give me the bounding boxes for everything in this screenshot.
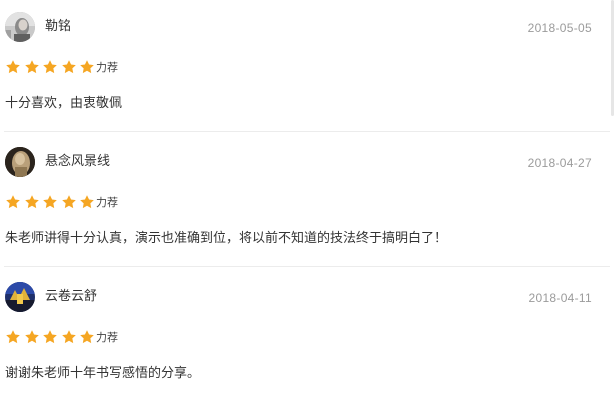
star-icon — [80, 60, 94, 74]
star-icon — [43, 60, 57, 74]
rating-stars — [5, 329, 98, 345]
username[interactable]: 勒铭 — [45, 17, 71, 37]
star-icon — [6, 195, 20, 209]
avatar[interactable] — [5, 282, 35, 312]
avatar[interactable] — [5, 12, 35, 42]
star-icon — [24, 195, 39, 209]
star-icon — [61, 60, 76, 74]
divider — [4, 266, 610, 267]
review-date: 2018-04-11 — [528, 291, 592, 305]
rating-stars — [5, 59, 98, 75]
username[interactable]: 云卷云舒 — [45, 287, 97, 307]
star-icon — [43, 195, 57, 209]
divider — [4, 131, 610, 132]
review-content: 朱老师讲得十分认真，演示也准确到位，将以前不知道的技法终于搞明白了！ — [5, 231, 448, 246]
star-icon — [24, 60, 39, 74]
star-icon — [24, 330, 39, 344]
review-content: 谢谢朱老师十年书写感悟的分享。 — [5, 366, 201, 381]
star-icon — [43, 330, 57, 344]
rating-label: 力荐 — [96, 196, 118, 209]
rating-stars — [5, 194, 98, 210]
star-icon — [61, 195, 76, 209]
star-icon — [6, 60, 20, 74]
review-content: 十分喜欢，由衷敬佩 — [5, 96, 123, 111]
star-icon — [80, 195, 94, 209]
star-icon — [80, 330, 94, 344]
star-icon — [61, 330, 76, 344]
review-date: 2018-05-05 — [527, 21, 592, 35]
review-date: 2018-04-27 — [527, 156, 592, 170]
avatar[interactable] — [5, 147, 35, 177]
review-item: 云卷云舒 2018-04-11 力荐 谢谢朱老师十年书写感悟的分享。 — [0, 270, 612, 400]
rating-label: 力荐 — [96, 61, 118, 74]
review-item: 悬念风景线 2018-04-27 力荐 朱老师讲得十分认真，演示也准确到位，将以… — [0, 135, 612, 270]
rating-label: 力荐 — [96, 331, 118, 344]
review-item: 勒铭 2018-05-05 力荐 十分喜欢，由衷敬佩 — [0, 0, 612, 135]
star-icon — [6, 330, 20, 344]
username[interactable]: 悬念风景线 — [45, 152, 110, 172]
reviews-panel: 勒铭 2018-05-05 力荐 十分喜欢，由衷敬佩 悬念风景线 2018-04… — [0, 0, 614, 400]
